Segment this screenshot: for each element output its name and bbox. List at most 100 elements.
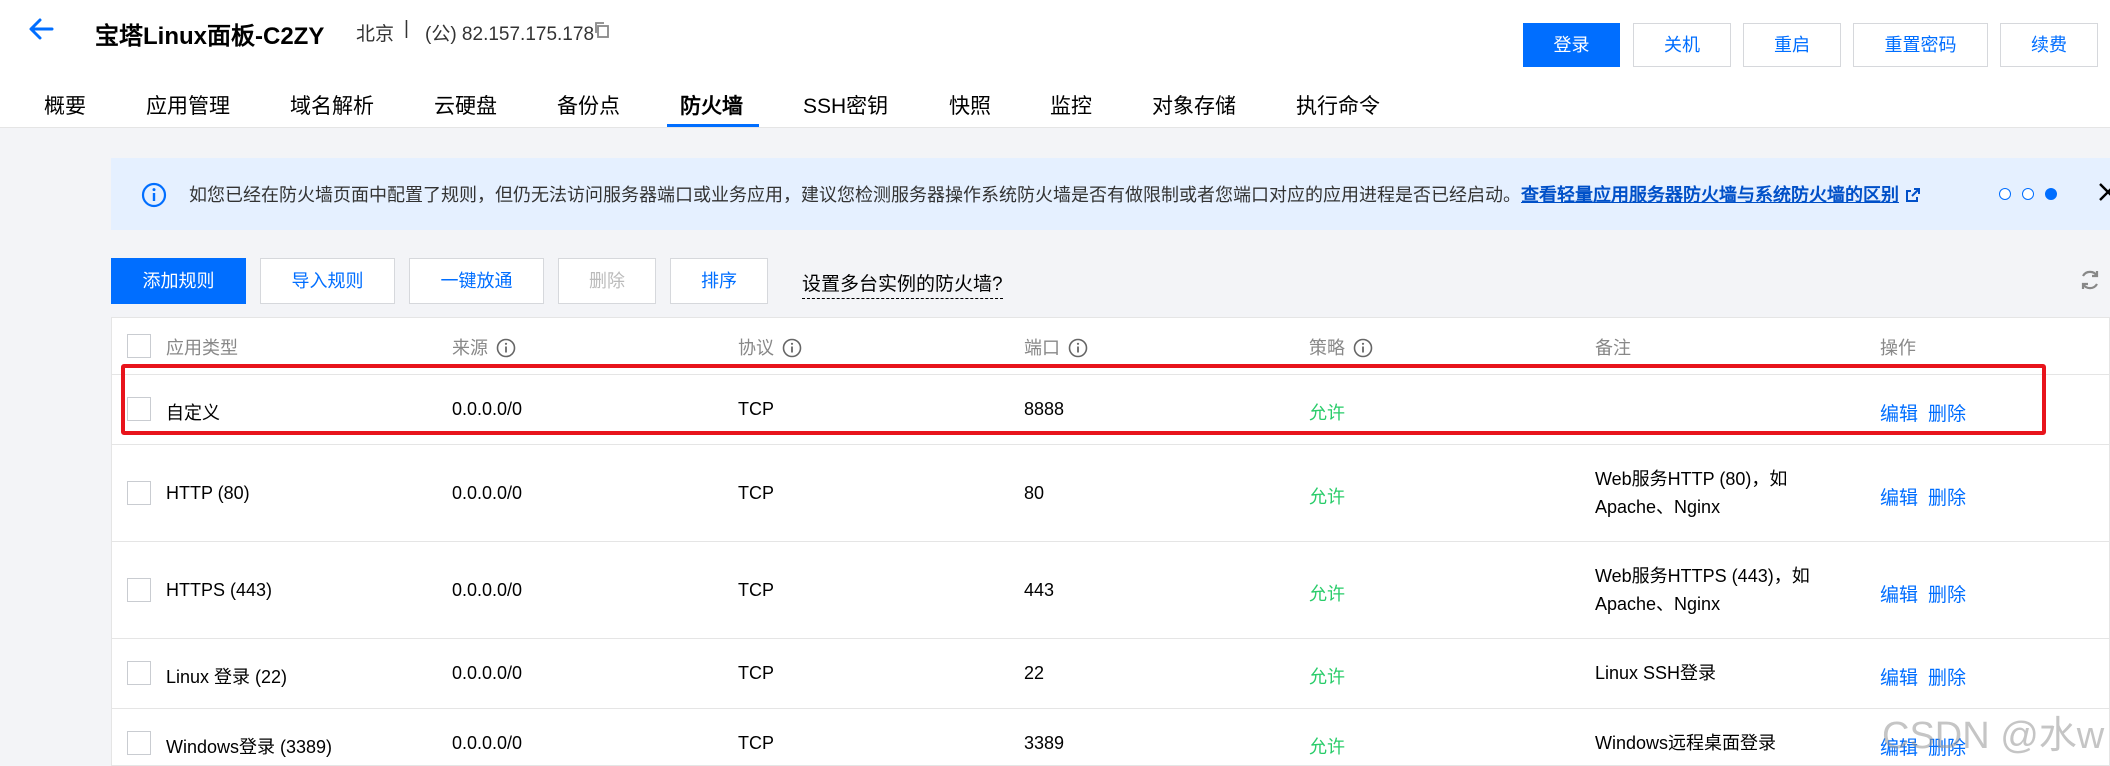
renew-button[interactable]: 续费: [2000, 23, 2098, 67]
cell-app-type: 自定义: [166, 403, 220, 423]
cell-port: 443: [1024, 580, 1055, 600]
cell-protocol: TCP: [738, 733, 774, 753]
carousel-dot-2[interactable]: [2022, 188, 2034, 200]
top-bar: 宝塔Linux面板-C2ZY 北京 | (公) 82.157.175.178 登…: [0, 0, 2110, 128]
info-icon[interactable]: [782, 338, 802, 358]
tab-dns[interactable]: 域名解析: [290, 90, 374, 128]
cell-port: 22: [1024, 663, 1045, 683]
cell-policy: 允许: [1309, 584, 1345, 604]
cell-app-type: Linux 登录 (22): [166, 667, 288, 687]
refresh-icon[interactable]: [2078, 268, 2102, 292]
cell-source: 0.0.0.0/0: [452, 663, 523, 683]
edit-link[interactable]: 编辑: [1880, 483, 1918, 510]
info-icon: [141, 182, 167, 208]
tab-monitoring[interactable]: 监控: [1050, 90, 1092, 128]
notice-message: 如您已经在防火墙页面中配置了规则，但仍无法访问服务器端口或业务应用，建议您检测服…: [189, 185, 1521, 205]
edit-link[interactable]: 编辑: [1880, 580, 1918, 607]
info-notice: 如您已经在防火墙页面中配置了规则，但仍无法访问服务器端口或业务应用，建议您检测服…: [111, 158, 2110, 230]
tab-object-storage[interactable]: 对象存储: [1152, 90, 1236, 128]
column-source-label: 来源: [452, 338, 488, 358]
cell-app-type: Windows登录 (3389): [166, 737, 333, 757]
cell-protocol: TCP: [738, 663, 774, 683]
cell-app-type: HTTPS (443): [166, 580, 273, 600]
cell-policy: 允许: [1309, 403, 1345, 423]
tab-bar: 概要 应用管理 域名解析 云硬盘 备份点 防火墙 SSH密钥 快照 监控 对象存…: [0, 90, 2110, 128]
cell-note: Windows远程桌面登录: [1595, 733, 1777, 753]
tab-firewall[interactable]: 防火墙: [680, 90, 743, 128]
column-protocol-label: 协议: [738, 338, 774, 358]
page-title: 宝塔Linux面板-C2ZY: [95, 23, 325, 50]
sort-button[interactable]: 排序: [670, 258, 768, 304]
cell-note: Web服务HTTPS (443)，如Apache、Nginx: [1595, 566, 1810, 614]
tab-cloud-disk[interactable]: 云硬盘: [434, 90, 497, 128]
table-header: 应用类型 来源 协议 端口 策略 备注 操作: [112, 318, 2110, 375]
cell-source: 0.0.0.0/0: [452, 580, 523, 600]
separator: |: [404, 18, 409, 39]
tab-app-management[interactable]: 应用管理: [146, 90, 230, 128]
cell-source: 0.0.0.0/0: [452, 483, 523, 503]
close-icon[interactable]: [2096, 180, 2110, 204]
carousel-dot-3[interactable]: [2045, 188, 2057, 200]
row-checkbox[interactable]: [127, 731, 151, 755]
edit-link[interactable]: 编辑: [1880, 399, 1918, 426]
back-arrow-icon[interactable]: [26, 14, 56, 44]
select-all-checkbox[interactable]: [127, 334, 151, 358]
add-rule-button[interactable]: 添加规则: [111, 258, 246, 304]
cell-note: Linux SSH登录: [1595, 663, 1717, 683]
external-link-icon[interactable]: [1905, 187, 1921, 203]
cell-protocol: TCP: [738, 580, 774, 600]
cell-app-type: HTTP (80): [166, 483, 250, 503]
notice-text: 如您已经在防火墙页面中配置了规则，但仍无法访问服务器端口或业务应用，建议您检测服…: [189, 181, 1921, 207]
table-row: 自定义 0.0.0.0/0 TCP 8888 允许 编辑 删除: [112, 375, 2110, 445]
tab-ssh-key[interactable]: SSH密钥: [803, 90, 888, 128]
tab-overview[interactable]: 概要: [44, 90, 86, 128]
delete-link[interactable]: 删除: [1928, 399, 1966, 426]
import-rule-button[interactable]: 导入规则: [260, 258, 395, 304]
delete-link[interactable]: 删除: [1928, 580, 1966, 607]
column-protocol: 协议: [738, 334, 802, 360]
info-icon[interactable]: [1068, 338, 1088, 358]
active-tab-indicator: [667, 124, 759, 127]
reset-password-button[interactable]: 重置密码: [1853, 23, 1988, 67]
table-row: Windows登录 (3389) 0.0.0.0/0 TCP 3389 允许 W…: [112, 709, 2110, 766]
column-source: 来源: [452, 334, 516, 360]
restart-button[interactable]: 重启: [1743, 23, 1841, 67]
region-label: 北京: [356, 24, 395, 45]
edit-link[interactable]: 编辑: [1880, 663, 1918, 690]
cell-protocol: TCP: [738, 483, 774, 503]
cell-policy: 允许: [1309, 667, 1345, 687]
cell-policy: 允许: [1309, 487, 1345, 507]
row-checkbox[interactable]: [127, 661, 151, 685]
cell-protocol: TCP: [738, 399, 774, 419]
public-ip: (公) 82.157.175.178: [425, 24, 595, 45]
delete-link[interactable]: 删除: [1928, 483, 1966, 510]
row-checkbox[interactable]: [127, 397, 151, 421]
table-row: HTTP (80) 0.0.0.0/0 TCP 80 允许 Web服务HTTP …: [112, 445, 2110, 542]
login-button[interactable]: 登录: [1523, 23, 1620, 67]
cell-source: 0.0.0.0/0: [452, 733, 523, 753]
table-row: HTTPS (443) 0.0.0.0/0 TCP 443 允许 Web服务HT…: [112, 542, 2110, 639]
cell-policy: 允许: [1309, 737, 1345, 757]
column-policy: 策略: [1309, 334, 1373, 360]
cell-source: 0.0.0.0/0: [452, 399, 523, 419]
delete-link[interactable]: 删除: [1928, 663, 1966, 690]
column-port: 端口: [1024, 334, 1088, 360]
tab-execute-command[interactable]: 执行命令: [1296, 90, 1380, 128]
copy-icon[interactable]: [593, 21, 611, 39]
tab-backup[interactable]: 备份点: [557, 90, 620, 128]
info-icon[interactable]: [1353, 338, 1373, 358]
shutdown-button[interactable]: 关机: [1633, 23, 1731, 67]
row-checkbox[interactable]: [127, 481, 151, 505]
delete-button[interactable]: 删除: [558, 258, 656, 304]
allow-all-button[interactable]: 一键放通: [409, 258, 544, 304]
firewall-difference-link[interactable]: 查看轻量应用服务器防火墙与系统防火墙的区别: [1521, 185, 1899, 205]
multi-instance-firewall-link[interactable]: 设置多台实例的防火墙?: [802, 269, 1003, 299]
info-icon[interactable]: [496, 338, 516, 358]
column-app-type: 应用类型: [166, 338, 238, 358]
carousel-dot-1[interactable]: [1999, 188, 2011, 200]
row-checkbox[interactable]: [127, 578, 151, 602]
watermark: CSDN @水w: [1882, 715, 2105, 757]
tab-snapshot[interactable]: 快照: [949, 90, 991, 128]
column-port-label: 端口: [1024, 338, 1060, 358]
table-row: Linux 登录 (22) 0.0.0.0/0 TCP 22 允许 Linux …: [112, 639, 2110, 709]
